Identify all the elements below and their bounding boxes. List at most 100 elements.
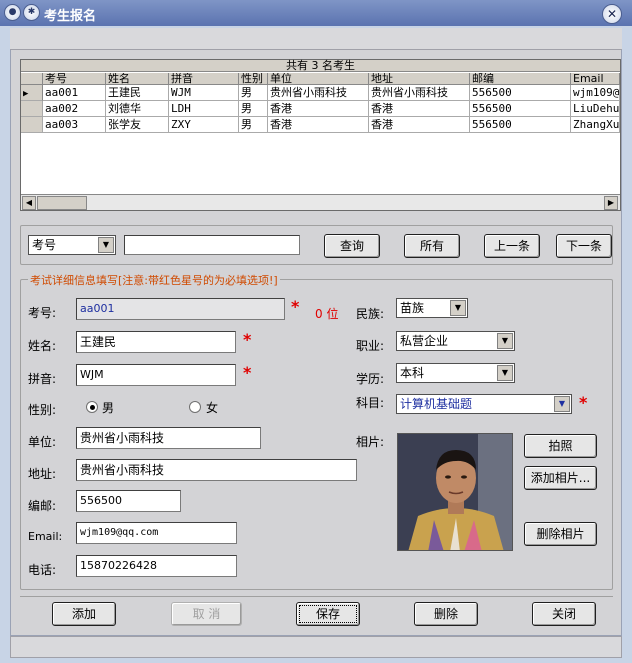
table-cell[interactable]: 香港 [268,101,369,117]
table-cell[interactable]: 香港 [369,117,470,133]
scroll-left-icon[interactable]: ◀ [22,196,36,210]
email-field[interactable]: wjm109@qq.com [76,522,237,544]
label-zip: 编邮: [28,499,57,513]
table-cell[interactable]: ZXY [169,117,239,133]
horizontal-scrollbar[interactable]: ◀ ▶ [21,194,620,210]
subject-value: 计算机基础题 [400,397,473,411]
gender-male-radio[interactable] [86,401,98,413]
nation-select[interactable]: 苗族 ▼ [396,298,468,318]
chevron-down-icon[interactable]: ▼ [497,333,513,349]
person-photo-icon [398,434,512,550]
window-menu-icon[interactable]: ● [4,4,21,21]
table-cell[interactable]: 556500 [470,117,571,133]
close-button[interactable]: 关闭 [532,602,596,626]
close-icon[interactable]: ✕ [602,4,622,24]
grid-caption: 共有 3 名考生 [21,60,620,72]
delete-photo-button[interactable]: 删除相片 [524,522,597,546]
add-photo-button[interactable]: 添加相片... [524,466,597,490]
table-cell[interactable]: LDH [169,101,239,117]
table-cell[interactable]: 香港 [369,101,470,117]
label-email: Email: [28,530,63,543]
table-cell[interactable]: LiuDehua [571,101,620,117]
pinyin-field[interactable]: WJM [76,364,236,386]
row-indicator[interactable] [21,117,43,133]
table-cell[interactable]: 男 [239,117,268,133]
table-cell[interactable]: 贵州省小雨科技 [369,85,470,101]
table-cell[interactable]: 556500 [470,85,571,101]
table-cell[interactable]: 556500 [470,101,571,117]
query-button[interactable]: 查询 [324,234,380,258]
previous-button[interactable]: 上一条 [484,234,540,258]
delete-button[interactable]: 删除 [414,602,478,626]
scroll-thumb[interactable] [37,196,87,210]
digit-count: 0 位 [315,307,339,321]
chevron-down-icon[interactable]: ▼ [450,300,466,316]
column-header-gender[interactable]: 性别 [239,73,268,85]
gender-female-radio[interactable] [189,401,201,413]
show-all-button[interactable]: 所有 [404,234,460,258]
label-edu: 学历: [356,372,385,386]
table-cell[interactable]: aa001 [43,85,106,101]
name-field[interactable]: 王建民 [76,331,236,353]
grid-corner [21,73,43,85]
candidate-grid[interactable]: 共有 3 名考生 考号 姓名 拼音 性别 单位 地址 邮编 Email ▶ aa… [20,59,621,211]
label-name: 姓名: [28,339,57,353]
add-button[interactable]: 添加 [52,602,116,626]
edu-select[interactable]: 本科 ▼ [396,363,515,383]
next-button[interactable]: 下一条 [556,234,612,258]
job-select[interactable]: 私营企业 ▼ [396,331,515,351]
label-nation: 民族: [356,307,385,321]
label-photo: 相片: [356,435,385,449]
required-star: * [243,330,252,349]
table-cell[interactable]: aa003 [43,117,106,133]
window-pin-icon[interactable]: ✱ [23,4,40,21]
search-field-select[interactable]: 考号 ▼ [28,235,116,255]
required-star: * [243,363,252,382]
table-cell[interactable]: WJM [169,85,239,101]
column-header-id[interactable]: 考号 [43,73,106,85]
zip-field[interactable]: 556500 [76,490,181,512]
table-cell[interactable]: aa002 [43,101,106,117]
column-header-zip[interactable]: 邮编 [470,73,571,85]
label-gender: 性别: [28,403,57,417]
address-field[interactable]: 贵州省小雨科技 [76,459,357,481]
edu-value: 本科 [400,366,425,380]
unit-field[interactable]: 贵州省小雨科技 [76,427,261,449]
table-cell[interactable]: 贵州省小雨科技 [268,85,369,101]
table-cell[interactable]: 男 [239,85,268,101]
take-photo-button[interactable]: 拍照 [524,434,597,458]
column-header-pinyin[interactable]: 拼音 [169,73,239,85]
chevron-down-icon[interactable]: ▼ [98,237,114,253]
nation-value: 苗族 [400,301,425,315]
table-cell[interactable]: 张学友 [106,117,169,133]
row-indicator[interactable]: ▶ [21,85,43,101]
column-header-unit[interactable]: 单位 [268,73,369,85]
id-field[interactable]: aa001 [76,298,285,320]
chevron-down-icon[interactable]: ▼ [497,365,513,381]
search-field-value: 考号 [32,238,57,252]
table-cell[interactable]: ZhangXue [571,117,620,133]
cancel-button[interactable]: 取 消 [171,602,242,626]
window-title: 考生报名 [44,9,97,24]
table-cell[interactable]: 香港 [268,117,369,133]
table-cell[interactable]: 刘德华 [106,101,169,117]
scroll-right-icon[interactable]: ▶ [604,196,618,210]
subject-select[interactable]: 计算机基础题 ▼ [396,394,572,414]
row-indicator[interactable] [21,101,43,117]
save-button[interactable]: 保存 [296,602,360,626]
table-cell[interactable]: 男 [239,101,268,117]
phone-field[interactable]: 15870226428 [76,555,237,577]
column-header-email[interactable]: Email [571,73,620,85]
gender-female-label: 女 [206,401,219,415]
table-cell[interactable]: 王建民 [106,85,169,101]
chevron-down-icon[interactable]: ▼ [554,396,570,412]
search-input[interactable] [124,235,300,255]
table-cell[interactable]: wjm109@q [571,85,620,101]
job-value: 私营企业 [400,334,449,348]
required-star: * [291,297,300,316]
column-header-name[interactable]: 姓名 [106,73,169,85]
column-header-address[interactable]: 地址 [369,73,470,85]
top-strip [10,28,622,50]
candidate-photo [397,433,513,551]
label-unit: 单位: [28,435,57,449]
